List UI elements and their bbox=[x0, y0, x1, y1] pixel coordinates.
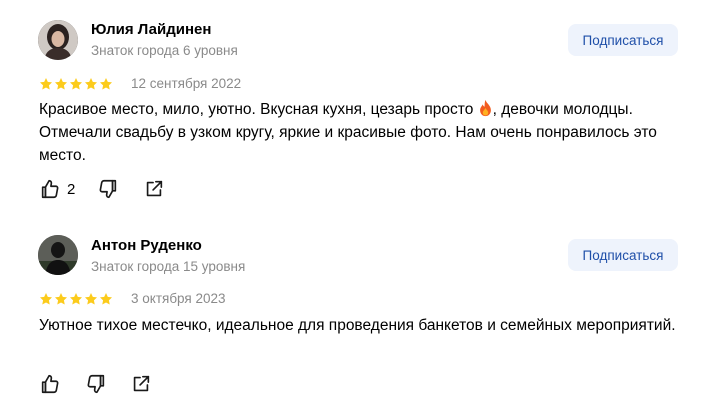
share-icon bbox=[133, 375, 150, 392]
thumbs-up-icon bbox=[41, 374, 59, 394]
share-icon bbox=[146, 180, 163, 197]
author-level: Знаток города 6 уровня bbox=[91, 43, 238, 58]
star-icon bbox=[39, 293, 53, 305]
star-icon bbox=[39, 78, 53, 90]
star-icon bbox=[69, 293, 83, 305]
fire-emoji-icon bbox=[479, 99, 491, 117]
review-text: Уютное тихое местечко, идеальное для про… bbox=[39, 314, 679, 337]
like-count: 2 bbox=[67, 180, 76, 198]
subscribe-button[interactable]: Подписаться bbox=[568, 239, 678, 271]
author-name[interactable]: Антон Руденко bbox=[91, 237, 202, 254]
dislike-button[interactable] bbox=[97, 178, 119, 200]
author-level: Знаток города 15 уровня bbox=[91, 259, 246, 274]
star-icon bbox=[54, 78, 68, 90]
review-date: 3 октября 2023 bbox=[131, 291, 226, 306]
avatar[interactable] bbox=[38, 235, 78, 275]
star-icon bbox=[69, 78, 83, 90]
star-icon bbox=[84, 78, 98, 90]
dislike-button[interactable] bbox=[85, 373, 107, 395]
like-button[interactable]: 2 bbox=[39, 178, 75, 200]
share-button[interactable] bbox=[143, 178, 165, 200]
review-text: Красивое место, мило, уютно. Вкусная кух… bbox=[39, 98, 679, 167]
star-icon bbox=[84, 293, 98, 305]
share-button[interactable] bbox=[130, 373, 152, 395]
rating-stars bbox=[39, 292, 113, 306]
review-text-part: Красивое место, мило, уютно. Вкусная кух… bbox=[39, 101, 474, 118]
review-date: 12 сентября 2022 bbox=[131, 76, 242, 91]
star-icon bbox=[99, 293, 113, 305]
review-text-part: Уютное тихое местечко, идеальное для про… bbox=[39, 317, 676, 334]
avatar[interactable] bbox=[38, 20, 78, 60]
thumbs-up-icon bbox=[41, 179, 59, 199]
thumbs-down-icon bbox=[87, 374, 105, 394]
like-button[interactable] bbox=[39, 373, 61, 395]
author-name[interactable]: Юлия Лайдинен bbox=[91, 21, 211, 38]
thumbs-down-icon bbox=[99, 179, 117, 199]
rating-stars bbox=[39, 77, 113, 91]
star-icon bbox=[99, 78, 113, 90]
subscribe-button[interactable]: Подписаться bbox=[568, 24, 678, 56]
star-icon bbox=[54, 293, 68, 305]
